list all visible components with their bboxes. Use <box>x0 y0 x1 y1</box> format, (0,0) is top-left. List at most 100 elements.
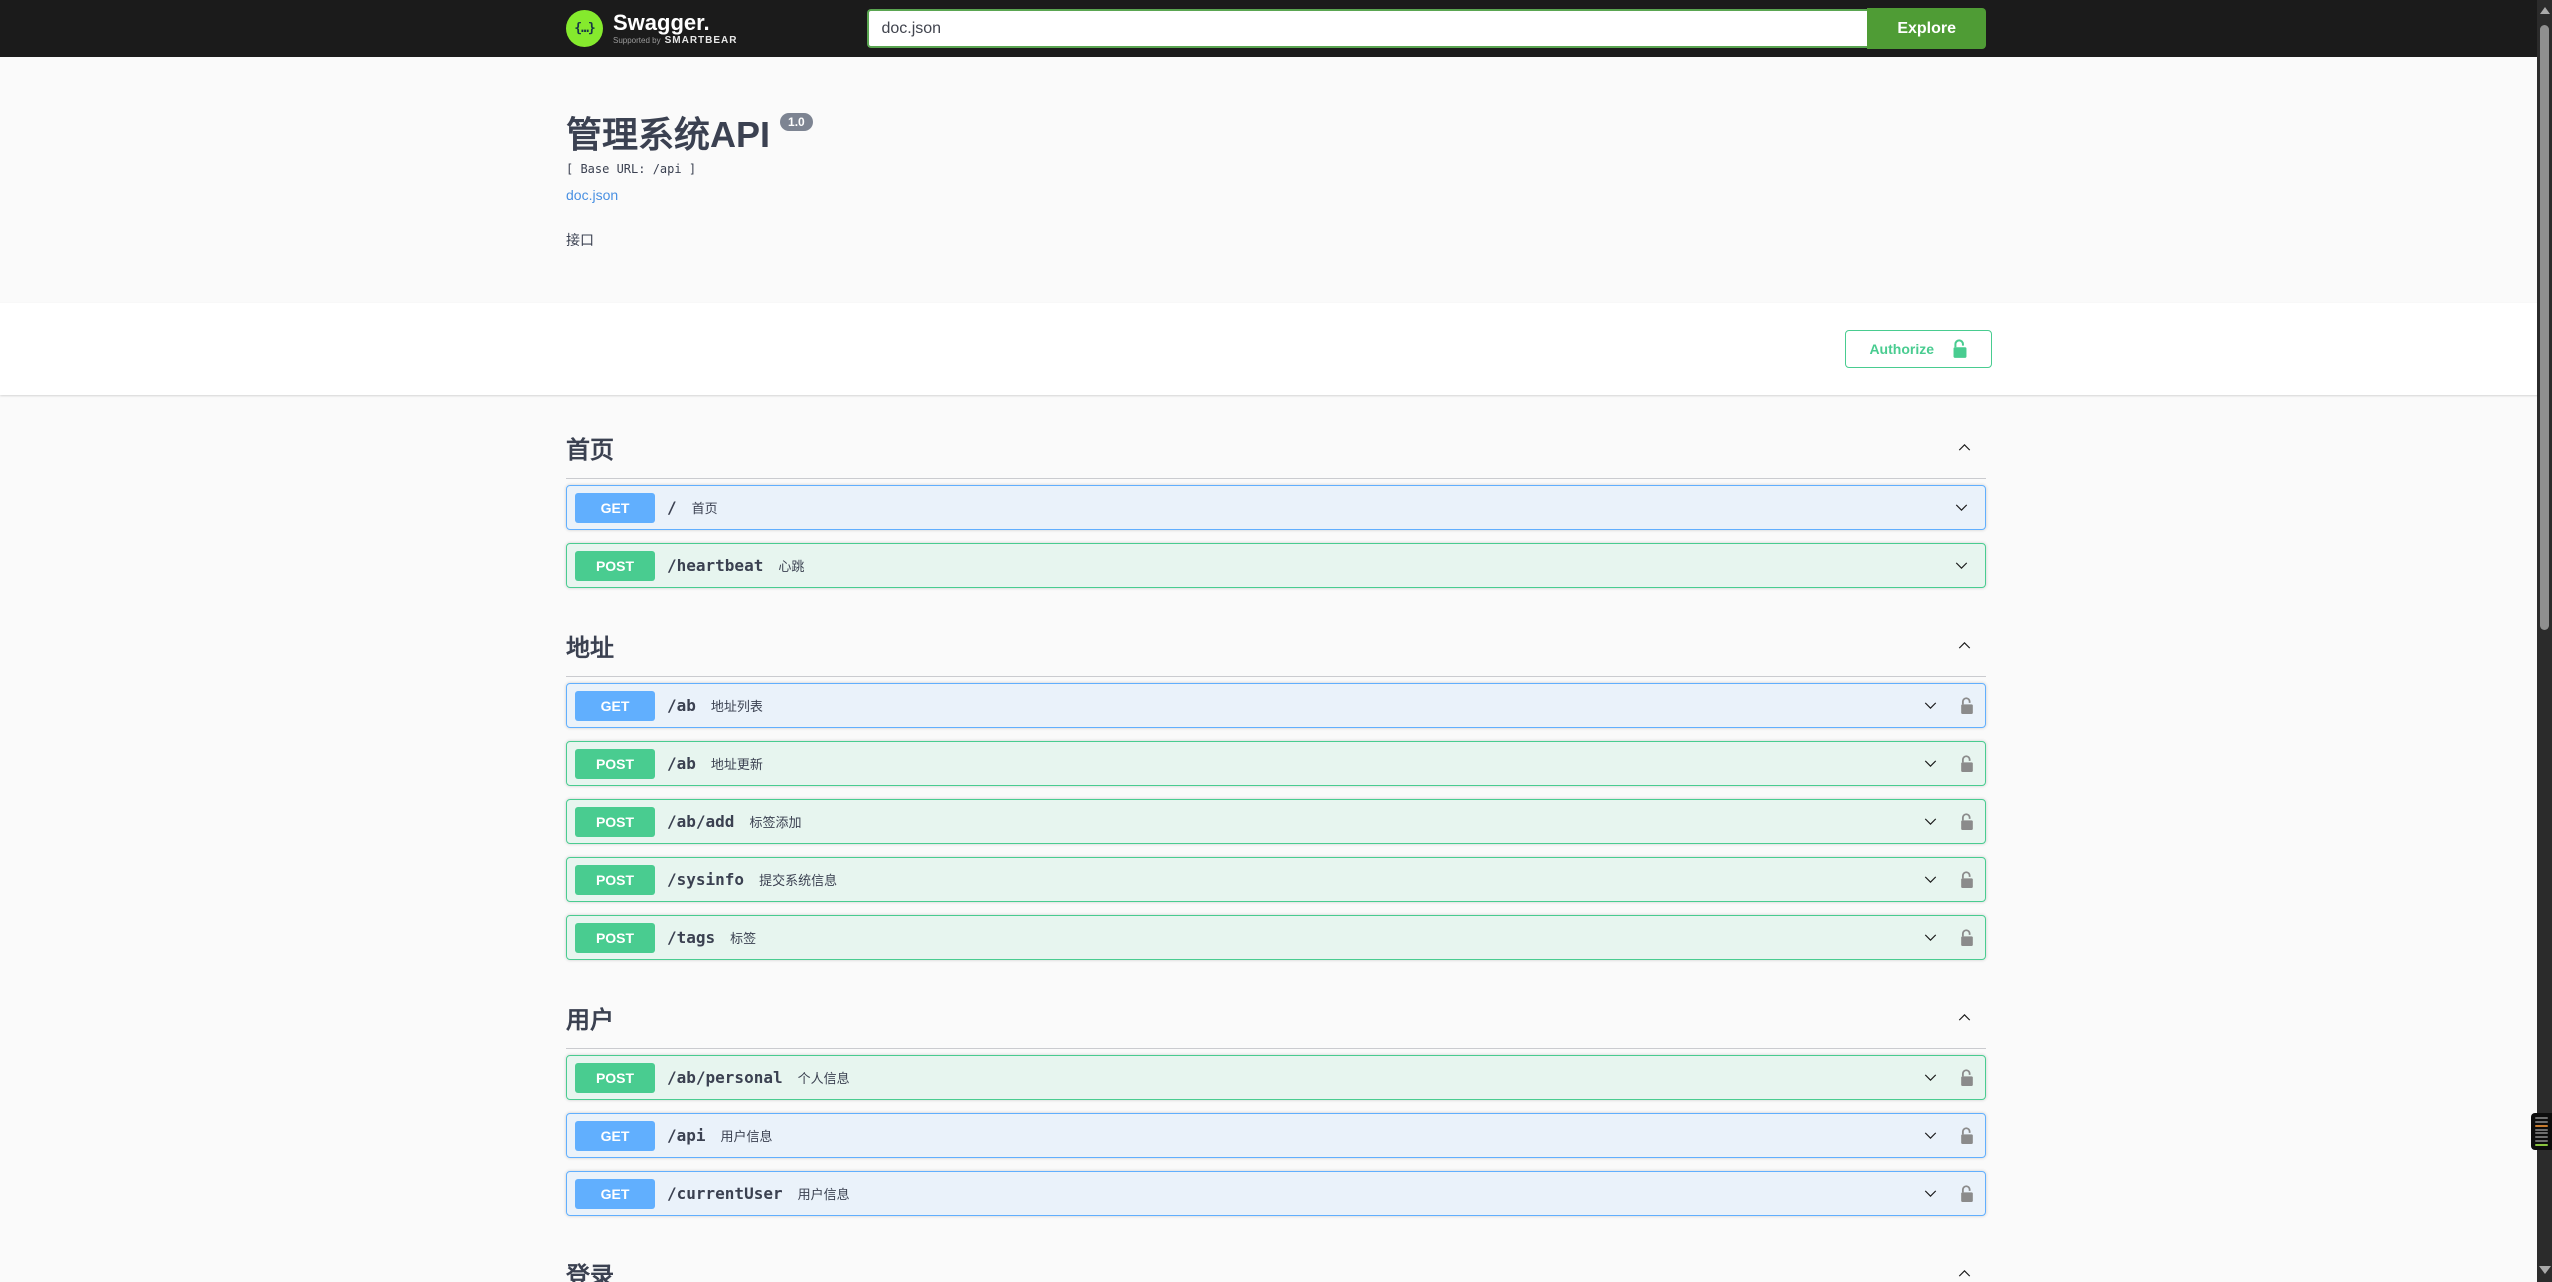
lock-icon[interactable] <box>1960 1068 1974 1087</box>
method-badge: POST <box>575 550 655 581</box>
operation-path: /tags <box>667 928 716 947</box>
tag-section-header[interactable]: 地址 <box>566 628 1986 677</box>
operation-description: 提交系统信息 <box>759 873 838 888</box>
scrollbar-minimap[interactable] <box>2531 1113 2552 1150</box>
method-badge: GET <box>575 1120 655 1151</box>
smartbear-brand: SMARTBEAR <box>664 34 738 46</box>
operation-path: /sysinfo <box>667 870 745 889</box>
lock-icon[interactable] <box>1960 1126 1974 1145</box>
operation-description: 用户信息 <box>797 1187 850 1202</box>
chevron-down-icon[interactable] <box>1923 814 1938 829</box>
operation-description: 地址列表 <box>710 699 763 714</box>
lock-icon[interactable] <box>1960 1184 1974 1203</box>
operation-description: 地址更新 <box>710 757 763 772</box>
operation-list: GET / 首页 POST /heartbeat 心跳 <box>566 485 1986 588</box>
chevron-down-icon[interactable] <box>1923 1186 1938 1201</box>
operation-row[interactable]: POST /ab/add 标签添加 <box>566 799 1986 844</box>
explore-button[interactable]: Explore <box>1867 8 1986 49</box>
operation-description: 标签 <box>730 931 757 946</box>
operation-row[interactable]: POST /heartbeat 心跳 <box>566 543 1986 588</box>
minimap-line <box>2535 1140 2548 1143</box>
spec-doc-link[interactable]: doc.json <box>566 187 618 203</box>
method-badge: POST <box>575 748 655 779</box>
operation-row[interactable]: GET /api 用户信息 <box>566 1113 1986 1158</box>
tag-section-header[interactable]: 用户 <box>566 1000 1986 1049</box>
tag-section-header[interactable]: 登录 <box>566 1256 1986 1282</box>
spec-url-input[interactable] <box>867 9 1868 48</box>
chevron-up-icon[interactable] <box>1957 638 1972 653</box>
operation-list: GET /ab 地址列表 POST /ab 地址更新 POST /ab/add … <box>566 683 1986 960</box>
operation-row[interactable]: POST /ab 地址更新 <box>566 741 1986 786</box>
operation-path: /ab <box>667 696 696 715</box>
chevron-up-icon[interactable] <box>1957 1010 1972 1025</box>
method-badge: GET <box>575 492 655 523</box>
lock-icon[interactable] <box>1960 928 1974 947</box>
operation-row[interactable]: POST /ab/personal 个人信息 <box>566 1055 1986 1100</box>
lock-icon[interactable] <box>1960 812 1974 831</box>
lock-icon[interactable] <box>1960 870 1974 889</box>
scroll-up-arrow-icon[interactable] <box>2539 7 2550 14</box>
chevron-down-icon[interactable] <box>1923 930 1938 945</box>
minimap-line <box>2535 1120 2548 1123</box>
operation-path: /currentUser <box>667 1184 783 1203</box>
tag-section-header[interactable]: 首页 <box>566 430 1986 479</box>
spec-url-form: Explore <box>867 8 1986 49</box>
topbar: {…} Swagger. Supported by SMARTBEAR Expl… <box>0 0 2552 57</box>
info-section: 管理系统API 1.0 [ Base URL: /api ] doc.json … <box>546 57 2006 250</box>
chevron-down-icon[interactable] <box>1923 1070 1938 1085</box>
operation-path: /ab <box>667 754 696 773</box>
method-badge: GET <box>575 690 655 721</box>
operation-row[interactable]: POST /tags 标签 <box>566 915 1986 960</box>
scroll-down-arrow-icon[interactable] <box>2539 1266 2551 1274</box>
method-badge: POST <box>575 1062 655 1093</box>
lock-icon[interactable] <box>1960 754 1974 773</box>
api-tag-section: 地址 GET /ab 地址列表 POST /ab 地址更新 POST /ab/a… <box>566 628 1986 960</box>
minimap-line <box>2535 1124 2548 1127</box>
operation-path: /ab/add <box>667 812 735 831</box>
tag-title: 登录 <box>566 1263 614 1282</box>
operation-list: POST /ab/personal 个人信息 GET /api 用户信息 GET… <box>566 1055 1986 1216</box>
operation-description: 标签添加 <box>749 815 802 830</box>
method-badge: POST <box>575 922 655 953</box>
page-title: 管理系统API <box>566 114 771 155</box>
swagger-logo[interactable]: {…} Swagger. Supported by SMARTBEAR <box>566 10 737 47</box>
swagger-logo-icon: {…} <box>566 10 603 47</box>
supported-by-label: Supported by <box>613 35 661 45</box>
base-url: [ Base URL: /api ] <box>566 162 697 176</box>
scrollbar-thumb[interactable] <box>2540 25 2549 630</box>
chevron-up-icon[interactable] <box>1957 440 1972 455</box>
operation-description: 个人信息 <box>797 1071 850 1086</box>
swagger-logo-text: Swagger. <box>613 9 710 35</box>
operation-row[interactable]: GET / 首页 <box>566 485 1986 530</box>
operation-path: / <box>667 498 677 517</box>
minimap-line <box>2535 1117 2548 1119</box>
authorize-button[interactable]: Authorize <box>1845 330 1992 368</box>
api-tag-section: 首页 GET / 首页 POST /heartbeat 心跳 <box>566 430 1986 588</box>
api-description: 接口 <box>566 232 594 248</box>
chevron-down-icon[interactable] <box>1923 698 1938 713</box>
chevron-up-icon[interactable] <box>1957 1266 1972 1281</box>
scrollbar-track[interactable] <box>2537 0 2552 1282</box>
authorize-label: Authorize <box>1869 341 1934 357</box>
api-tag-section: 登录 POST /login 登录 POST /login/outLogin 退… <box>566 1256 1986 1282</box>
method-badge: POST <box>575 806 655 837</box>
operation-row[interactable]: POST /sysinfo 提交系统信息 <box>566 857 1986 902</box>
chevron-down-icon[interactable] <box>1954 558 1969 573</box>
version-badge: 1.0 <box>780 113 813 131</box>
operation-row[interactable]: GET /currentUser 用户信息 <box>566 1171 1986 1216</box>
chevron-down-icon[interactable] <box>1954 500 1969 515</box>
minimap-line <box>2535 1132 2548 1135</box>
chevron-down-icon[interactable] <box>1923 756 1938 771</box>
lock-icon[interactable] <box>1960 696 1974 715</box>
operation-row[interactable]: GET /ab 地址列表 <box>566 683 1986 728</box>
unlock-icon <box>1952 339 1968 359</box>
operation-description: 首页 <box>691 501 718 516</box>
minimap-line <box>2535 1128 2548 1131</box>
method-badge: GET <box>575 1178 655 1209</box>
minimap-line <box>2535 1136 2548 1139</box>
api-tag-section: 用户 POST /ab/personal 个人信息 GET /api 用户信息 <box>566 1000 1986 1216</box>
operation-path: /ab/personal <box>667 1068 783 1087</box>
operation-description: 心跳 <box>778 559 805 574</box>
chevron-down-icon[interactable] <box>1923 872 1938 887</box>
chevron-down-icon[interactable] <box>1923 1128 1938 1143</box>
